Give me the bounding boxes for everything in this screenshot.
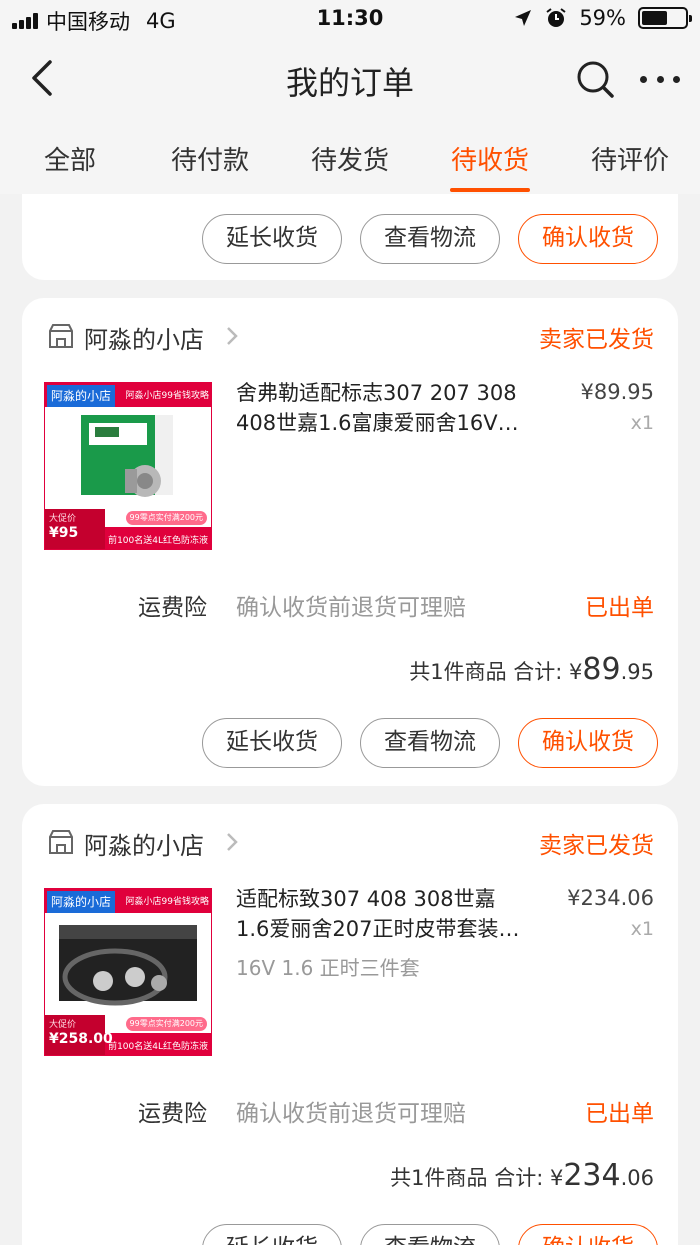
search-icon bbox=[577, 61, 614, 98]
insurance-description: 确认收货前退货可理赔 bbox=[236, 595, 466, 621]
thumb-price-tag: 大促价 ¥95 bbox=[45, 509, 105, 549]
thumb-shop-badge: 阿淼的小店 bbox=[47, 385, 116, 407]
confirm-receipt-button[interactable]: 确认收货 bbox=[518, 718, 658, 768]
water-pump-box-image bbox=[81, 415, 173, 497]
shop-icon bbox=[49, 830, 73, 854]
order-total: 共1件商品 合计: ¥234.06 bbox=[390, 1158, 654, 1193]
more-dots-icon bbox=[640, 75, 647, 83]
insurance-status: 已出单 bbox=[585, 595, 654, 621]
order-card: 阿淼的小店 卖家已发货 阿淼的小店 阿淼小店99省钱攻略 99零点实付满200元… bbox=[22, 298, 678, 786]
order-list: 延长收货 查看物流 确认收货 阿淼的小店 卖家已发货 阿淼的小店 阿淼小店99省… bbox=[0, 194, 700, 1245]
product-price: ¥234.06 bbox=[567, 886, 654, 910]
chevron-right-icon bbox=[227, 833, 238, 851]
active-tab-indicator bbox=[450, 188, 530, 192]
product-title[interactable]: 适配标致307 408 308世嘉 1.6爱丽舍207正时皮带套装… bbox=[236, 884, 536, 944]
order-status: 卖家已发货 bbox=[539, 833, 654, 859]
location-icon bbox=[515, 10, 532, 26]
thumb-price-tag: 大促价 ¥258.00 bbox=[45, 1015, 113, 1055]
thumb-shop-badge: 阿淼的小店 bbox=[47, 891, 116, 913]
confirm-receipt-button[interactable]: 确认收货 bbox=[518, 1224, 658, 1245]
confirm-receipt-button[interactable]: 确认收货 bbox=[518, 214, 658, 264]
product-price: ¥89.95 bbox=[580, 380, 654, 404]
product-quantity: x1 bbox=[630, 918, 654, 940]
order-card: 阿淼的小店 卖家已发货 阿淼的小店 阿淼小店99省钱攻略 99零点实付满200元… bbox=[22, 804, 678, 1245]
search-button[interactable] bbox=[574, 58, 616, 100]
insurance-label: 运费险 bbox=[138, 1101, 207, 1127]
thumb-badge: 99零点实付满200元 bbox=[125, 1017, 207, 1031]
tab-all[interactable]: 全部 bbox=[10, 140, 130, 177]
product-quantity: x1 bbox=[630, 412, 654, 434]
product-thumbnail[interactable]: 阿淼的小店 阿淼小店99省钱攻略 99零点实付满200元 前100名送4L红色防… bbox=[44, 888, 212, 1056]
product-thumbnail[interactable]: 阿淼的小店 阿淼小店99省钱攻略 99零点实付满200元 前100名送4L红色防… bbox=[44, 382, 212, 550]
status-bar: 中国移动 4G 11:30 59% bbox=[0, 0, 700, 40]
extend-receipt-button[interactable]: 延长收货 bbox=[202, 718, 342, 768]
tab-pending-shipment[interactable]: 待发货 bbox=[290, 140, 410, 177]
alarm-icon bbox=[546, 8, 566, 27]
thumb-promo-text: 阿淼小店99省钱攻略 bbox=[125, 897, 209, 907]
chevron-right-icon bbox=[227, 327, 238, 345]
thumb-badge: 99零点实付满200元 bbox=[125, 511, 207, 525]
extend-receipt-button[interactable]: 延长收货 bbox=[202, 214, 342, 264]
view-logistics-button[interactable]: 查看物流 bbox=[360, 718, 500, 768]
product-spec: 16V 1.6 正时三件套 bbox=[236, 956, 420, 980]
order-status: 卖家已发货 bbox=[539, 327, 654, 353]
battery-icon bbox=[638, 7, 692, 29]
thumb-promo-text: 阿淼小店99省钱攻略 bbox=[125, 391, 209, 401]
timing-belt-kit-image bbox=[59, 925, 197, 1006]
view-logistics-button[interactable]: 查看物流 bbox=[360, 1224, 500, 1245]
insurance-description: 确认收货前退货可理赔 bbox=[236, 1101, 466, 1127]
tab-pending-review[interactable]: 待评价 bbox=[570, 140, 690, 177]
order-card-partial: 延长收货 查看物流 确认收货 bbox=[22, 194, 678, 280]
order-total: 共1件商品 合计: ¥89.95 bbox=[409, 652, 654, 687]
view-logistics-button[interactable]: 查看物流 bbox=[360, 214, 500, 264]
shop-name[interactable]: 阿淼的小店 bbox=[84, 320, 204, 355]
tab-pending-receipt[interactable]: 待收货 bbox=[430, 140, 550, 177]
battery-percent: 59% bbox=[579, 6, 626, 30]
shop-name[interactable]: 阿淼的小店 bbox=[84, 826, 204, 861]
order-tabs: 全部 待付款 待发货 待收货 待评价 bbox=[0, 118, 700, 194]
shop-icon bbox=[49, 324, 73, 348]
thumb-footer: 前100名送4L红色防冻液 bbox=[108, 536, 208, 546]
insurance-label: 运费险 bbox=[138, 595, 207, 621]
more-button[interactable] bbox=[640, 64, 680, 94]
nav-bar: 我的订单 bbox=[0, 40, 700, 118]
tab-pending-payment[interactable]: 待付款 bbox=[150, 140, 270, 177]
extend-receipt-button[interactable]: 延长收货 bbox=[202, 1224, 342, 1245]
insurance-status: 已出单 bbox=[585, 1101, 654, 1127]
thumb-footer: 前100名送4L红色防冻液 bbox=[108, 1042, 208, 1052]
product-title[interactable]: 舍弗勒适配标志307 207 308 408世嘉1.6富康爱丽舍16V… bbox=[236, 378, 536, 438]
